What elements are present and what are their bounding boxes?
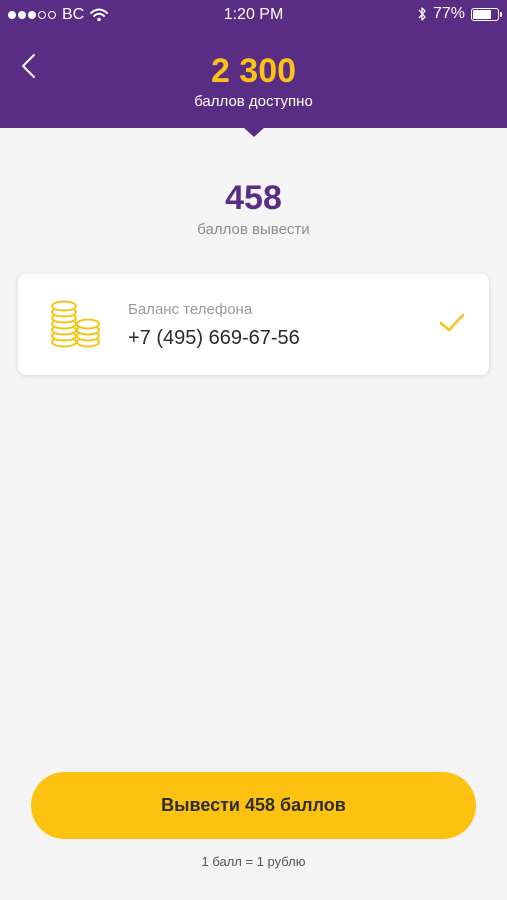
withdraw-amount-value[interactable]: 458: [0, 178, 507, 218]
withdraw-amount-caption: баллов вывести: [197, 221, 310, 238]
withdraw-button[interactable]: Вывести 458 баллов: [31, 772, 476, 839]
exchange-rate-note: 1 балл = 1 рублю: [201, 854, 306, 869]
battery-icon: [471, 7, 502, 21]
header-pointer: [243, 127, 265, 137]
battery-level-fill: [473, 9, 492, 19]
payout-method-label: Баланс телефона: [128, 301, 253, 318]
payout-phone-number: +7 (495) 669-67-56: [128, 327, 300, 349]
payout-method-card[interactable]: Баланс телефона +7 (495) 669-67-56: [18, 274, 489, 375]
battery-cap: [500, 11, 502, 17]
bluetooth-icon: [418, 7, 426, 21]
status-bar: BC 1:20 PM 77%: [0, 0, 507, 30]
battery-percent: 77%: [432, 5, 465, 22]
points-available-caption: баллов доступно: [194, 93, 313, 110]
status-right: 77%: [417, 5, 502, 23]
points-available-value: 2 300: [210, 52, 297, 90]
coin-stacks-icon: [51, 300, 100, 348]
app-header: BC 1:20 PM 77% 2 300 баллов доступно: [0, 0, 507, 128]
checkmark-icon: [439, 313, 465, 332]
